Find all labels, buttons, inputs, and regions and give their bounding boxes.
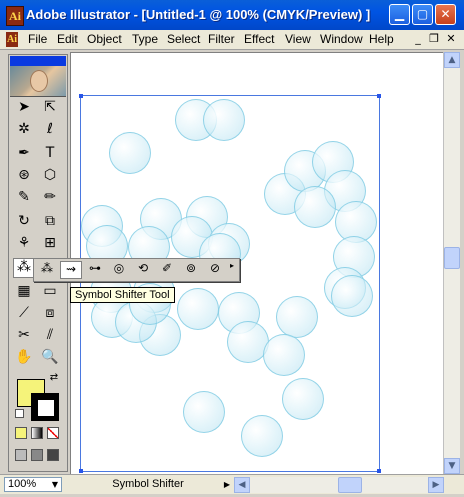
line-segment-tool-icon[interactable]: ⊛ xyxy=(13,167,35,187)
symbol-shifter-icon[interactable]: ⇝ xyxy=(60,261,82,279)
direct-selection-tool-icon[interactable]: ⇱ xyxy=(39,99,61,119)
symbolism-tools-flyout: ⁂ ⇝ ⊶ ◎ ⟲ ✐ ⊚ ⊘ ▸ xyxy=(33,258,240,282)
bubble-symbol[interactable] xyxy=(203,99,245,141)
bubble-symbol[interactable] xyxy=(109,132,151,174)
bubble-symbol[interactable] xyxy=(294,186,336,228)
scroll-left-icon[interactable]: ◀ xyxy=(234,477,250,493)
warp-tool-icon[interactable]: ⚘ xyxy=(13,235,35,255)
status-bar: 100% ▼ Symbol Shifter ▶ ◀ ▶ xyxy=(0,474,464,494)
menu-effect[interactable]: Effect xyxy=(244,32,274,46)
symbol-stainer-icon[interactable]: ✐ xyxy=(156,261,178,279)
screen-mode-standard[interactable] xyxy=(15,449,27,461)
document-icon[interactable]: Ai xyxy=(6,32,18,47)
eyedropper-tool-icon[interactable]: ⟋ xyxy=(13,305,35,325)
none-mode-button[interactable] xyxy=(47,427,59,439)
gradient-mode-button[interactable] xyxy=(31,427,43,439)
selection-tool-icon[interactable]: ➤ xyxy=(13,99,35,119)
rotate-tool-icon[interactable]: ↻ xyxy=(13,213,35,233)
scroll-right-icon[interactable]: ▶ xyxy=(428,477,444,493)
scroll-down-icon[interactable]: ▼ xyxy=(444,458,460,474)
bubble-symbol[interactable] xyxy=(331,275,373,317)
horizontal-scrollbar[interactable]: ◀ ▶ xyxy=(234,477,444,493)
maximize-button[interactable]: ▢ xyxy=(412,4,433,25)
hand-tool-icon[interactable]: ✋ xyxy=(13,349,35,369)
symbol-scruncher-icon[interactable]: ⊶ xyxy=(84,261,106,279)
menu-edit[interactable]: Edit xyxy=(57,32,78,46)
close-button[interactable]: ✕ xyxy=(435,4,456,25)
bubble-symbol[interactable] xyxy=(177,288,219,330)
symbol-sprayer-icon[interactable]: ⁂ xyxy=(36,261,58,279)
screen-mode-full-menu[interactable] xyxy=(31,449,43,461)
screen-mode-full[interactable] xyxy=(47,449,59,461)
bubble-symbol[interactable] xyxy=(241,415,283,457)
slice-tool-icon[interactable]: ⫽ xyxy=(39,327,61,347)
free-transform-tool-icon[interactable]: ⊞ xyxy=(39,235,61,255)
menu-bar: Ai File Edit Object Type Select Filter E… xyxy=(0,30,464,50)
maximize-icon: ▢ xyxy=(416,7,429,21)
gradient-tool-icon[interactable]: ▭ xyxy=(39,283,61,303)
minimize-button[interactable]: ▁ xyxy=(389,4,410,25)
bubble-symbol[interactable] xyxy=(183,391,225,433)
bubble-symbol[interactable] xyxy=(276,296,318,338)
artboard-corner xyxy=(79,94,83,98)
artboard-corner xyxy=(79,469,83,473)
bubble-symbol[interactable] xyxy=(263,334,305,376)
pen-tool-icon[interactable]: ✒ xyxy=(13,145,35,165)
tearoff-arrow-icon[interactable]: ▸ xyxy=(227,261,237,279)
doc-restore-icon[interactable]: ❐ xyxy=(427,32,441,46)
vertical-scrollbar[interactable]: ▲ ▼ xyxy=(443,52,460,474)
pencil-tool-icon[interactable]: ✏ xyxy=(39,189,61,209)
default-colors-icon[interactable] xyxy=(15,409,24,418)
toolbox-title-bar[interactable] xyxy=(10,56,66,66)
scissors-tool-icon[interactable]: ✂ xyxy=(13,327,35,347)
scroll-up-icon[interactable]: ▲ xyxy=(444,52,460,68)
scale-tool-icon[interactable]: ⧉ xyxy=(39,213,61,233)
close-icon: ✕ xyxy=(440,7,451,21)
zoom-dropdown-icon[interactable]: ▼ xyxy=(48,477,62,492)
menu-help[interactable]: Help xyxy=(369,32,394,46)
symbol-spinner-icon[interactable]: ⟲ xyxy=(132,261,154,279)
illustrator-app-icon[interactable]: Ai xyxy=(6,6,24,26)
window-title: Adobe Illustrator - [Untitled-1 @ 100% (… xyxy=(26,7,371,22)
menu-view[interactable]: View xyxy=(285,32,311,46)
venus-face-icon xyxy=(30,70,48,92)
title-bar: Ai Adobe Illustrator - [Untitled-1 @ 100… xyxy=(0,0,464,30)
symbol-styler-icon[interactable]: ⊘ xyxy=(204,261,226,279)
minimize-icon: ▁ xyxy=(394,7,405,21)
menu-file[interactable]: File xyxy=(28,32,47,46)
menu-object[interactable]: Object xyxy=(87,32,122,46)
menu-type[interactable]: Type xyxy=(132,32,158,46)
lasso-tool-icon[interactable]: ℓ xyxy=(39,121,61,141)
swap-colors-icon[interactable]: ⇄ xyxy=(47,371,61,385)
blend-tool-icon[interactable]: ⧈ xyxy=(39,305,61,325)
symbol-sizer-icon[interactable]: ◎ xyxy=(108,261,130,279)
type-tool-icon[interactable]: T xyxy=(39,145,61,165)
paintbrush-tool-icon[interactable]: ✎ xyxy=(13,189,35,209)
doc-minimize-icon[interactable]: _ xyxy=(411,32,425,46)
tool-tooltip: Symbol Shifter Tool xyxy=(70,287,175,303)
menu-window[interactable]: Window xyxy=(320,32,363,46)
doc-close-icon[interactable]: ✕ xyxy=(444,32,458,46)
vertical-scroll-thumb[interactable] xyxy=(444,247,460,269)
venus-logo[interactable] xyxy=(10,66,66,97)
mesh-tool-icon[interactable]: ▦ xyxy=(13,283,35,303)
status-text[interactable]: Symbol Shifter xyxy=(76,477,220,492)
zoom-tool-icon[interactable]: 🔍 xyxy=(39,349,61,369)
ellipse-tool-icon[interactable]: ⬡ xyxy=(39,167,61,187)
symbol-screener-icon[interactable]: ⊚ xyxy=(180,261,202,279)
symbol-sprayer-tool-icon[interactable]: ⁂ xyxy=(13,258,35,278)
bubble-symbol[interactable] xyxy=(282,378,324,420)
stroke-swatch[interactable] xyxy=(31,393,59,421)
artboard-corner xyxy=(377,469,381,473)
magic-wand-tool-icon[interactable]: ✲ xyxy=(13,121,35,141)
menu-select[interactable]: Select xyxy=(167,32,200,46)
artboard-corner xyxy=(377,94,381,98)
status-menu-icon[interactable]: ▶ xyxy=(220,477,234,492)
color-mode-button[interactable] xyxy=(15,427,27,439)
horizontal-scroll-thumb[interactable] xyxy=(338,477,362,493)
menu-filter[interactable]: Filter xyxy=(208,32,235,46)
